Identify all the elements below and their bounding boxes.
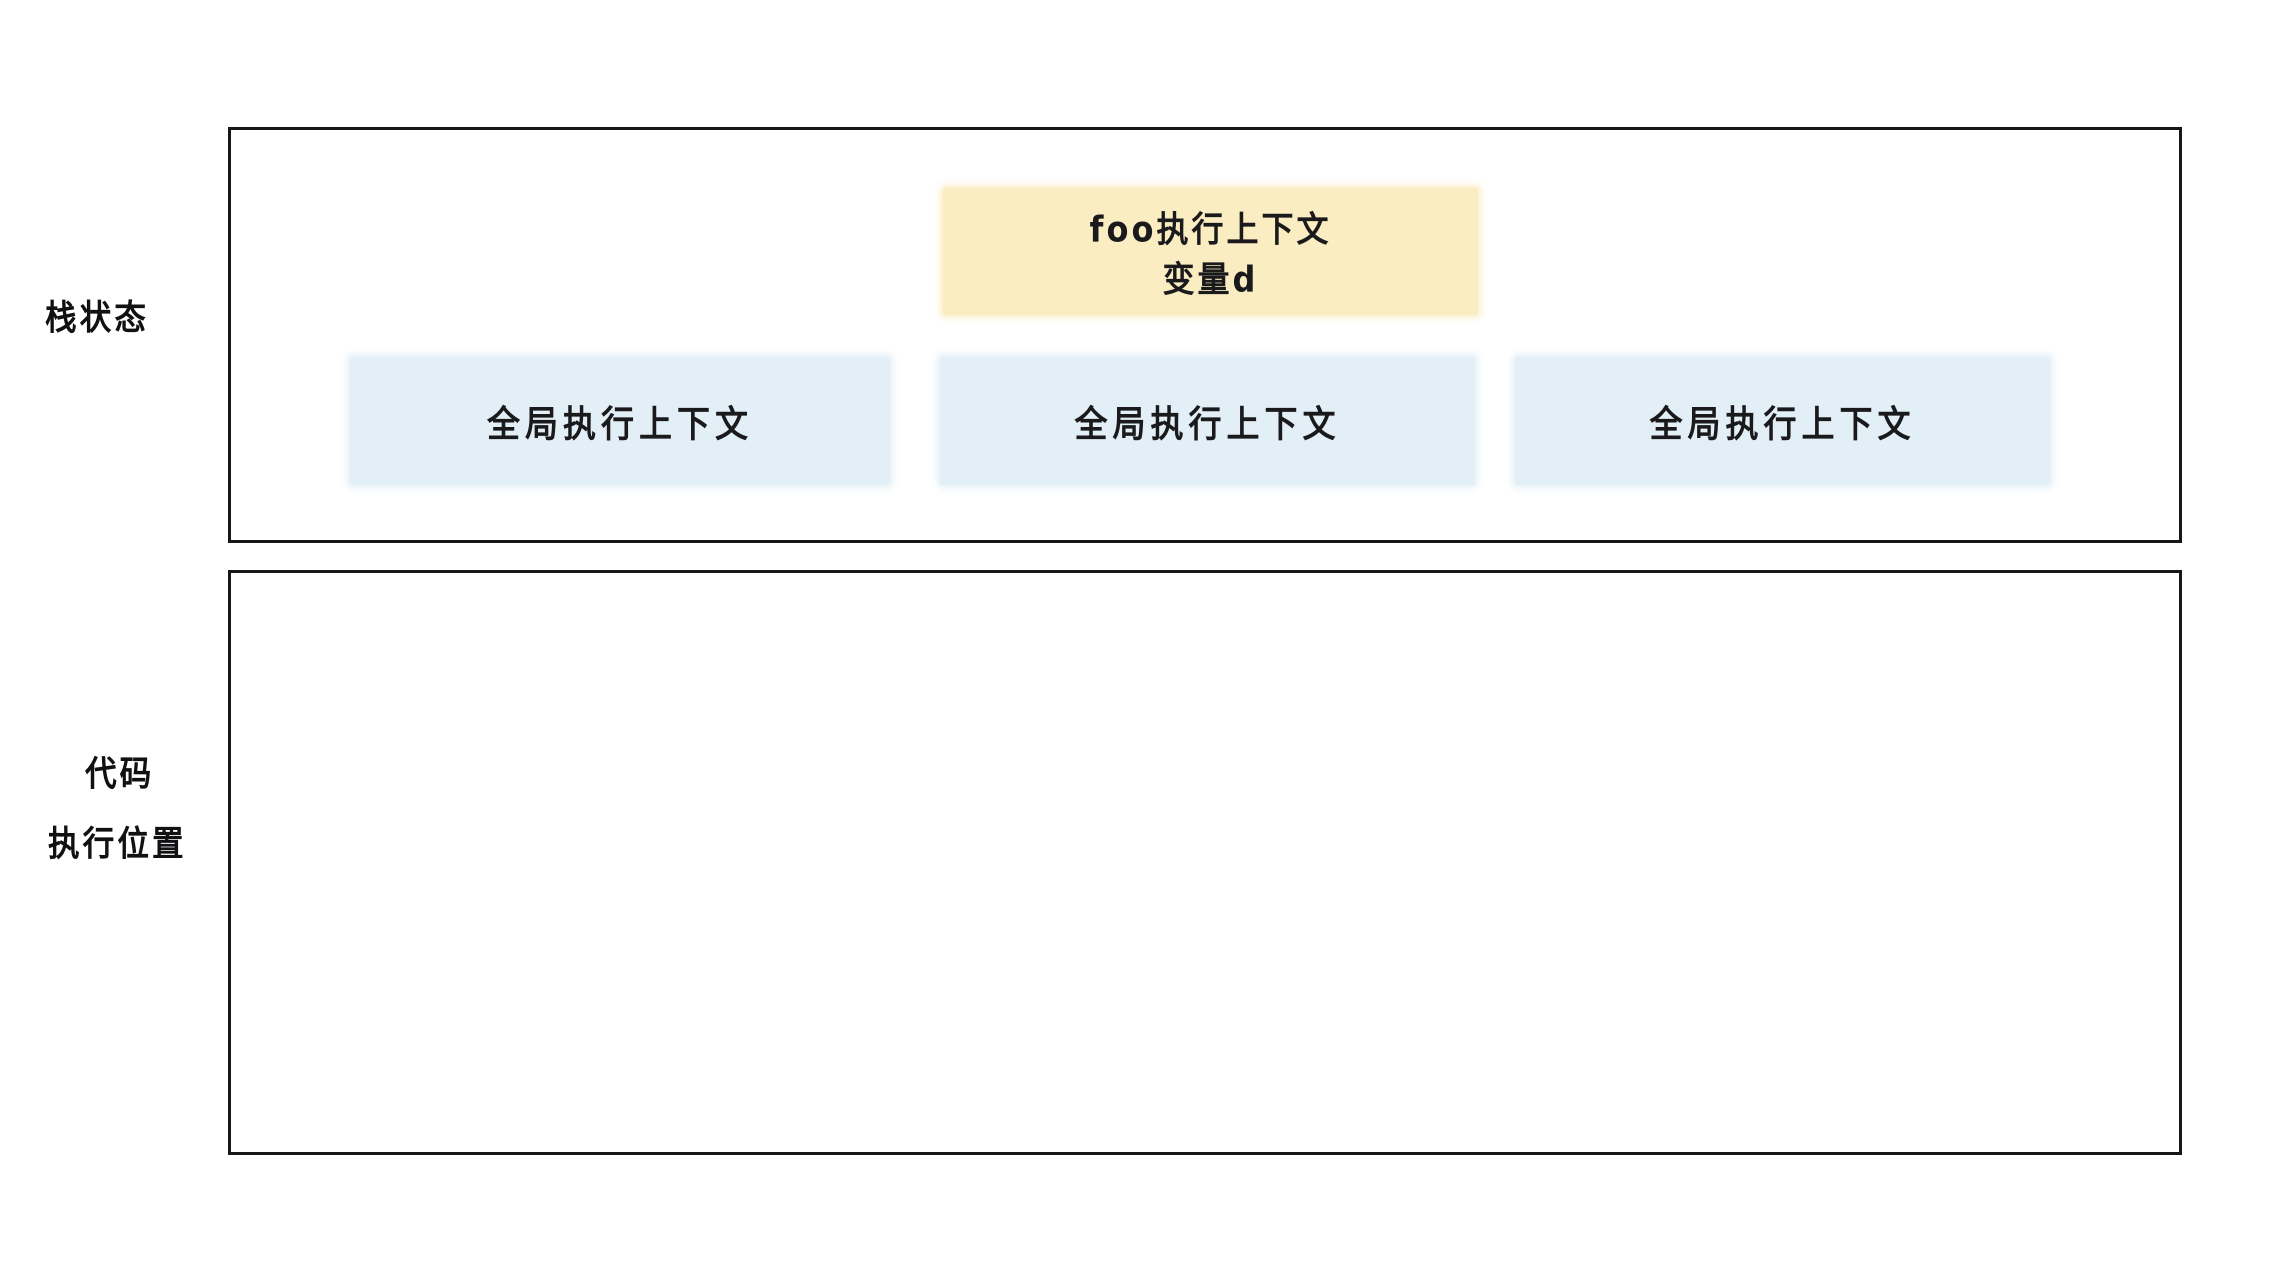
row-label-code-line-2: 执行位置 [48, 824, 187, 865]
stack-frame-global-label: 全局执行上下文 [1074, 402, 1341, 446]
code-position-panel [228, 570, 2182, 1155]
stack-frame-foo-context: foo执行上下文 变量d [943, 188, 1478, 315]
stack-frame-global-context-2: 全局执行上下文 [940, 357, 1475, 485]
stack-frame-global-context-1: 全局执行上下文 [350, 357, 890, 485]
stack-frame-global-label: 全局执行上下文 [1649, 402, 1916, 446]
diagram-canvas: 栈状态 代码 执行位置 foo执行上下文 变量d 全局执行上下文 全局执行上下文… [0, 0, 2284, 1285]
row-label-stack-state: 栈状态 [45, 298, 150, 339]
stack-frame-foo-variable: 变量d [1162, 257, 1259, 300]
row-label-code-line-1: 代码 [85, 754, 155, 795]
stack-frame-global-context-3: 全局执行上下文 [1515, 357, 2050, 485]
stack-frame-foo-title: foo执行上下文 [1089, 207, 1332, 250]
stack-frame-global-label: 全局执行上下文 [487, 402, 753, 446]
